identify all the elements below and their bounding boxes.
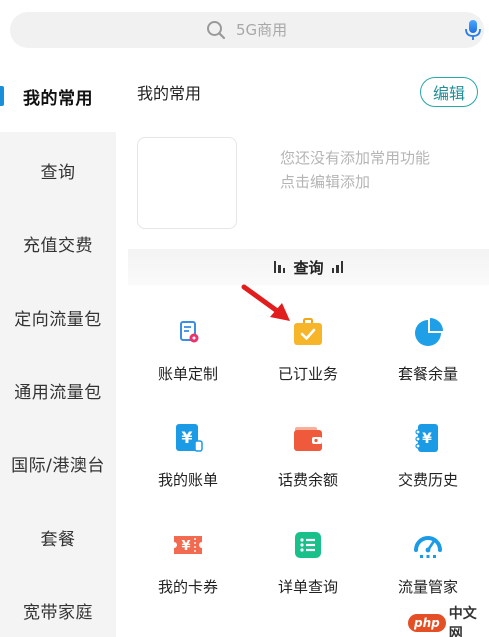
grid-item-label: 套餐余量 [397,365,458,383]
sidebar-item-plan[interactable]: 套餐 [0,501,116,573]
sidebar-item-directed-data[interactable]: 定向流量包 [0,281,116,353]
sidebar-item-label: 通用流量包 [14,382,102,403]
sidebar-item-label: 充值交费 [23,235,93,256]
sidebar-item-label: 我的常用 [23,88,93,109]
empty-tip-line: 您还没有添加常用功能 [280,149,431,167]
sidebar-item-recharge[interactable]: 充值交费 [0,207,116,279]
grid-item-bill-custom[interactable]: 账单定制 [128,315,248,405]
grid-item-subscribed[interactable]: 已订业务 [248,315,368,405]
sidebar-item-favorites[interactable]: 我的常用 [0,60,116,132]
grid-item-label: 详单查询 [277,578,338,596]
grid-item-my-bill[interactable]: ¥ 我的账单 [128,421,248,511]
signal-bars-icon [331,261,343,273]
grid-item-payment-history[interactable]: ¥ 交费历史 [368,421,488,511]
favorite-placeholder-slot[interactable] [137,137,237,229]
sidebar-item-international[interactable]: 国际/港澳台 [0,427,116,499]
svg-text:¥: ¥ [181,428,192,447]
search-bar[interactable]: 5G商用 [10,12,484,48]
microphone-icon[interactable] [463,19,483,41]
watermark-text: 中文网 [448,606,477,637]
sidebar-item-general-data[interactable]: 通用流量包 [0,354,116,426]
detail-list-icon [295,532,321,558]
query-section-header: 查询 [128,249,489,285]
pie-chart-icon [415,318,443,346]
grid-item-label: 交费历史 [397,471,458,489]
sidebar-item-label: 套餐 [40,529,76,550]
sidebar-item-label: 国际/港澳台 [11,455,105,476]
bill-custom-icon [180,321,199,343]
grid-item-label: 我的卡券 [157,578,218,596]
grid-item-label: 我的账单 [157,471,218,489]
annotation-arrow [241,284,290,321]
coupon-icon: ¥ [174,536,202,554]
grid-item-label: 已订业务 [277,365,338,383]
signal-bars-icon [273,261,286,273]
favorites-title: 我的常用 [137,84,202,103]
grid-item-label: 流量管家 [397,578,458,596]
sidebar-item-label: 定向流量包 [14,309,102,330]
wallet-icon [294,427,322,451]
svg-text:¥: ¥ [181,539,190,554]
grid-item-label: 话费余额 [277,471,338,489]
section-title: 查询 [293,258,324,277]
search-icon [207,21,226,40]
sidebar-item-query[interactable]: 查询 [0,134,116,206]
empty-tip-line: 点击编辑添加 [280,173,371,191]
favorites-empty-tip: 您还没有添加常用功能 点击编辑添加 [280,146,480,194]
speedometer-icon [414,536,442,558]
grid-item-detail-query[interactable]: 详单查询 [248,528,368,618]
sidebar-item-label: 宽带家庭 [23,602,93,623]
sidebar-item-broadband[interactable]: 宽带家庭 [0,574,116,637]
payment-history-icon: ¥ [415,424,438,452]
svg-text:¥: ¥ [422,431,432,447]
category-sidebar: 我的常用 查询 充值交费 定向流量包 通用流量包 国际/港澳台 套餐 宽带家庭 [0,60,116,637]
watermark-php: php [408,614,446,632]
search-placeholder: 5G商用 [236,21,288,39]
sidebar-item-label: 查询 [40,162,76,183]
edit-button[interactable]: 编辑 [420,77,478,107]
grid-item-coupons[interactable]: ¥ 我的卡券 [128,528,248,618]
watermark-logo: php 中文网 [408,606,489,637]
grid-item-plan-balance[interactable]: 套餐余量 [368,315,488,405]
yuan-bill-icon: ¥ [176,424,203,452]
grid-item-label: 账单定制 [157,365,218,383]
grid-item-balance[interactable]: 话费余额 [248,421,368,511]
